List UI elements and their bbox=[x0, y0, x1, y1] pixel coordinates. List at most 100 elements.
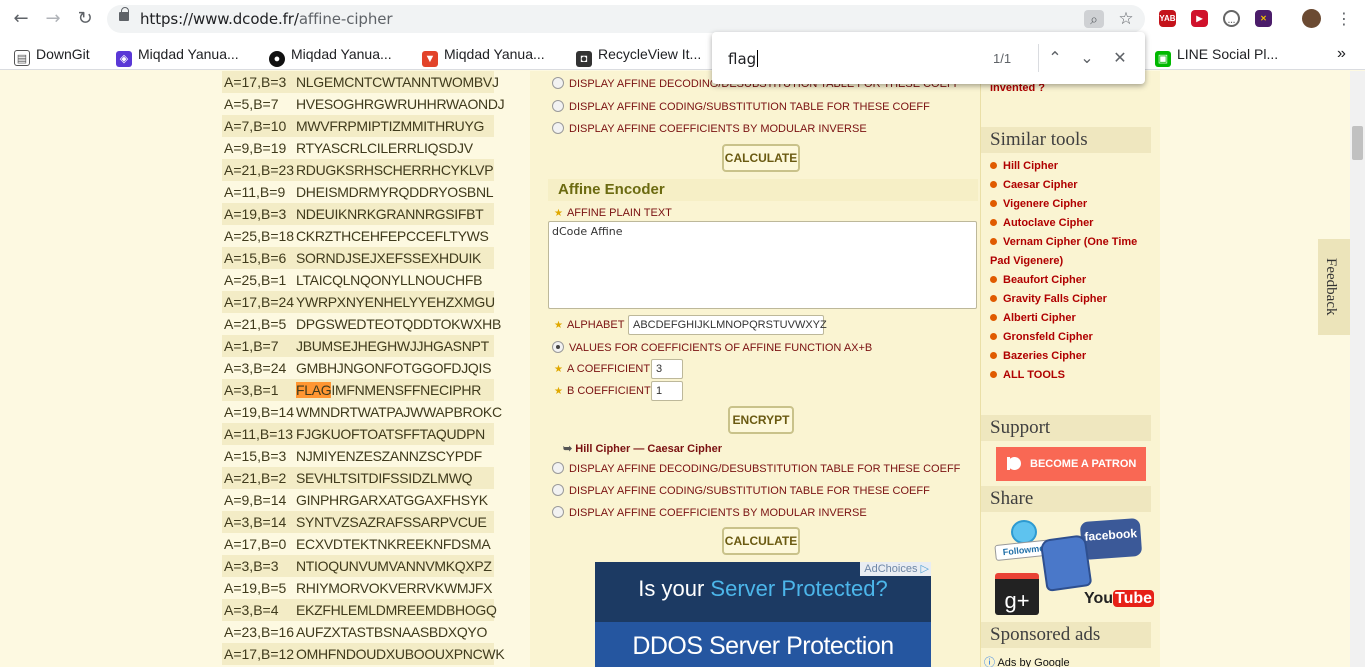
video-extension-icon[interactable]: ▶ bbox=[1191, 10, 1208, 27]
yab-extension-icon[interactable]: YAB bbox=[1159, 10, 1176, 27]
google-plus-icon[interactable]: g+ bbox=[995, 573, 1039, 615]
bookmark-downgit[interactable]: ▤ DownGit bbox=[14, 43, 90, 66]
tool-label: Beaufort Cipher bbox=[1003, 274, 1087, 286]
decoder-calculate-button[interactable]: CALCULATE bbox=[722, 144, 800, 172]
result-plaintext: HVESOGHRGWRUHHRWAONDJ bbox=[296, 93, 505, 115]
result-row: A=7,B=10 MWVFRPMIPTIZMMITHRUYG bbox=[222, 115, 494, 137]
result-text: GMBHJNGONFOTGGOFDJQIS bbox=[296, 360, 492, 376]
plain-text-textarea[interactable]: dCode Affine bbox=[548, 221, 977, 309]
link-separator: — bbox=[630, 443, 648, 455]
radio-button[interactable] bbox=[552, 100, 564, 112]
become-patron-button[interactable]: BECOME A PATRON bbox=[996, 447, 1146, 481]
find-input[interactable]: flag bbox=[728, 50, 758, 68]
radio-button[interactable] bbox=[552, 484, 564, 496]
similar-tool-link[interactable]: Gronsfeld Cipher bbox=[990, 328, 1093, 347]
similar-tool-link[interactable]: Beaufort Cipher bbox=[990, 271, 1086, 290]
result-row: A=25,B=1 LTAICQLNQONYLLNOUCHFB bbox=[222, 269, 494, 291]
crypto-extension-icon[interactable]: ✕ bbox=[1255, 10, 1272, 27]
bookmark-label: RecycleView It... bbox=[598, 46, 702, 62]
encoder-option-modular-inverse[interactable]: DISPLAY AFFINE COEFFICIENTS BY MODULAR I… bbox=[552, 506, 867, 520]
ads-by-label: Ads by Google bbox=[997, 657, 1070, 667]
ads-by-google[interactable]: ⓘ Ads by Google bbox=[984, 654, 1070, 667]
zoom-icon[interactable]: ⌕ bbox=[1084, 10, 1104, 28]
radio-button-selected[interactable] bbox=[552, 341, 564, 353]
result-row: A=19,B=5 RHIYMORVOKVERRVKWMJFX bbox=[222, 577, 494, 599]
similar-tool-link[interactable]: Caesar Cipher bbox=[990, 176, 1078, 195]
radio-button[interactable] bbox=[552, 77, 564, 89]
result-row: A=15,B=6 SORNDJSEJXEFSSEXHDUIK bbox=[222, 247, 494, 269]
ad-banner[interactable]: Is your Server Protected? DDOS Server Pr… bbox=[595, 562, 931, 667]
result-coefficients: A=3,B=3 bbox=[224, 558, 279, 574]
result-plaintext: NJMIYENZESZANNZSCYPDF bbox=[296, 445, 482, 467]
result-text: NLGEMCNTCWTANNTWOMBVJ bbox=[296, 74, 499, 90]
page-scrollbar[interactable] bbox=[1350, 71, 1365, 667]
values-for-coefficients-option[interactable]: VALUES FOR COEFFICIENTS OF AFFINE FUNCTI… bbox=[552, 341, 872, 355]
similar-tool-link[interactable]: Vigenere Cipher bbox=[990, 195, 1087, 214]
youtube-icon[interactable]: You Tube bbox=[1084, 590, 1155, 614]
encoder-option-desubstitution[interactable]: DISPLAY AFFINE DECODING/DESUBSTITUTION T… bbox=[552, 462, 960, 476]
result-text: WMNDRTWATPAJWWAPBROKC bbox=[296, 404, 502, 420]
decoder-option-substitution[interactable]: DISPLAY AFFINE CODING/SUBSTITUTION TABLE… bbox=[552, 100, 930, 114]
star-icon[interactable]: ☆ bbox=[1116, 10, 1136, 28]
menu-kebab-icon[interactable]: ⋮ bbox=[1333, 8, 1355, 30]
folder-icon: ▤ bbox=[14, 50, 30, 66]
url-path: affine-cipher bbox=[298, 10, 393, 28]
encoder-option-substitution[interactable]: DISPLAY AFFINE CODING/SUBSTITUTION TABLE… bbox=[552, 484, 930, 498]
lock-icon bbox=[119, 7, 129, 21]
radio-button[interactable] bbox=[552, 462, 564, 474]
bookmark-miqdad-2[interactable]: ● Miqdad Yanua... bbox=[269, 43, 392, 67]
result-coefficients: A=21,B=5 bbox=[224, 316, 287, 332]
feedback-label[interactable]: Feedback bbox=[1322, 258, 1339, 315]
result-plaintext: RTYASCRLCILERRLIQSDJV bbox=[296, 137, 473, 159]
result-text: RDUGKSRHSCHERRHCYKLVP bbox=[296, 162, 494, 178]
similar-tool-link[interactable]: Alberti Cipher bbox=[990, 309, 1076, 328]
reload-button[interactable]: ↻ bbox=[74, 8, 96, 30]
encoder-calculate-button[interactable]: CALCULATE bbox=[722, 527, 800, 555]
patreon-icon bbox=[1007, 457, 1021, 470]
result-row: A=3,B=3 NTIOQUNVUMVANNVMKQXPZ bbox=[222, 555, 494, 577]
result-coefficients: A=3,B=1 bbox=[224, 382, 279, 398]
result-text: AUFZXTASTBSNAASBDXQYO bbox=[296, 624, 488, 640]
bookmark-miqdad-3[interactable]: ▼ Miqdad Yanua... bbox=[422, 43, 545, 67]
result-coefficients: A=9,B=14 bbox=[224, 492, 287, 508]
hill-cipher-link[interactable]: Hill Cipher bbox=[575, 443, 630, 455]
find-close-button[interactable]: ✕ bbox=[1108, 46, 1132, 70]
bookmark-line[interactable]: ▣ LINE Social Pl... bbox=[1155, 43, 1278, 67]
find-previous-button[interactable]: ⌃ bbox=[1043, 46, 1067, 70]
forward-button[interactable]: → bbox=[42, 8, 64, 30]
result-row: A=19,B=3 NDEUIKNRKGRANNRGSIFBT bbox=[222, 203, 494, 225]
adchoices-badge[interactable]: AdChoices ▷ bbox=[860, 562, 931, 576]
star-icon: ★ bbox=[554, 320, 563, 331]
similar-tool-link[interactable]: Vernam Cipher (One Time bbox=[990, 233, 1137, 252]
bookmark-recycleview[interactable]: ◘ RecycleView It... bbox=[576, 43, 702, 67]
radio-button[interactable] bbox=[552, 506, 564, 518]
back-button[interactable]: ← bbox=[10, 8, 32, 30]
a-coefficient-input[interactable]: 3 bbox=[651, 359, 683, 379]
result-text: FJGKUOFTOATSFFTAQUDPN bbox=[296, 426, 485, 442]
similar-tool-link[interactable]: Pad Vigenere) bbox=[990, 252, 1063, 271]
decoder-option-modular-inverse[interactable]: DISPLAY AFFINE COEFFICIENTS BY MODULAR I… bbox=[552, 122, 867, 136]
similar-tool-link[interactable]: ALL TOOLS bbox=[990, 366, 1065, 385]
result-text: GINPHRGARXATGGAXFHSYK bbox=[296, 492, 488, 508]
more-bookmarks-button[interactable]: » bbox=[1337, 43, 1346, 65]
related-links: ➥ Hill Cipher — Caesar Cipher bbox=[563, 442, 722, 455]
similar-tool-link[interactable]: Bazeries Cipher bbox=[990, 347, 1086, 366]
chat-extension-icon[interactable]: … bbox=[1223, 10, 1240, 27]
similar-tool-link[interactable]: Hill Cipher bbox=[990, 157, 1058, 176]
profile-avatar[interactable] bbox=[1302, 9, 1321, 28]
encrypt-button[interactable]: ENCRYPT bbox=[728, 406, 794, 434]
b-coefficient-input[interactable]: 1 bbox=[651, 381, 683, 401]
scrollbar-thumb[interactable] bbox=[1352, 126, 1363, 160]
bookmark-miqdad-1[interactable]: ◈ Miqdad Yanua... bbox=[116, 43, 239, 67]
label-text: ALPHABET bbox=[566, 319, 625, 331]
facebook-icon[interactable]: facebook bbox=[1079, 517, 1143, 561]
find-next-button[interactable]: ⌄ bbox=[1075, 46, 1099, 70]
alphabet-input[interactable]: ABCDEFGHIJKLMNOPQRSTUVWXYZ bbox=[628, 315, 827, 335]
address-bar[interactable]: https://www.dcode.fr/affine-cipher ⌕ ☆ bbox=[107, 5, 1145, 33]
star-icon: ★ bbox=[554, 364, 563, 375]
url-text[interactable]: https://www.dcode.fr/affine-cipher bbox=[140, 10, 393, 28]
similar-tool-link[interactable]: Autoclave Cipher bbox=[990, 214, 1093, 233]
caesar-cipher-link[interactable]: Caesar Cipher bbox=[647, 443, 722, 455]
similar-tool-link[interactable]: Gravity Falls Cipher bbox=[990, 290, 1107, 309]
radio-button[interactable] bbox=[552, 122, 564, 134]
